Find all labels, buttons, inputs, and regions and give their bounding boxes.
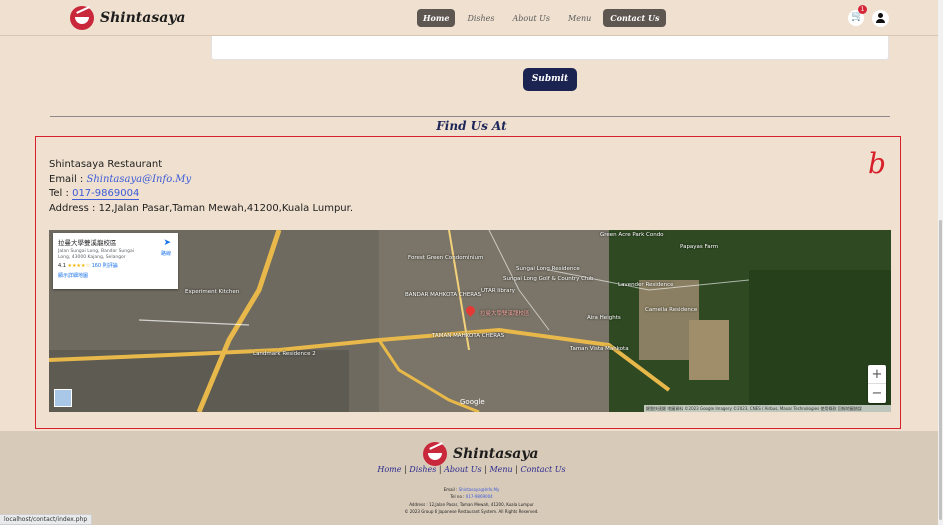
top-navbar: Shintasaya Home Dishes About Us Menu Con… [0, 0, 943, 36]
footer-tel: Tel no : 017-9869004 [0, 494, 943, 499]
footer-tel-link[interactable]: 017-9869004 [466, 494, 493, 499]
main-nav: Home Dishes About Us Menu Contact Us [417, 9, 667, 27]
find-us-title: Find Us At [436, 119, 507, 133]
footer-separator: | [484, 465, 487, 474]
nav-dishes[interactable]: Dishes [461, 10, 500, 27]
footer-link-about-us[interactable]: About Us [444, 465, 481, 474]
nav-home[interactable]: Home [417, 9, 456, 27]
user-icon-body [876, 19, 885, 23]
footer-tel-label: Tel no : [450, 494, 465, 499]
footer-link-home[interactable]: Home [377, 465, 401, 474]
section-divider [50, 116, 890, 117]
nav-about-us[interactable]: About Us [507, 10, 556, 27]
logo-icon [70, 6, 94, 30]
user-icon [878, 13, 883, 18]
user-account-button[interactable] [872, 10, 889, 27]
footer-links: Home | Dishes | About Us | Menu | Contac… [0, 465, 943, 474]
page-scrollbar[interactable] [938, 0, 943, 525]
cart-count-badge: 1 [858, 5, 867, 14]
nav-menu[interactable]: Menu [562, 10, 597, 27]
brand-link[interactable]: Shintasaya [70, 6, 185, 30]
footer-link-menu[interactable]: Menu [489, 465, 512, 474]
footer-separator: | [404, 465, 407, 474]
footer-email-link[interactable]: Shintasaya@Info.My [459, 487, 500, 492]
browser-status-url: localhost/contact/index.php [0, 514, 93, 525]
footer-separator: | [515, 465, 518, 474]
footer-link-contact-us[interactable]: Contact Us [520, 465, 565, 474]
footer-logo-icon [423, 442, 447, 466]
submit-button[interactable]: Submit [523, 68, 577, 91]
brand-name: Shintasaya [100, 10, 186, 26]
footer-email: Email : Shintasaya@Info.My [0, 487, 943, 492]
footer-link-dishes[interactable]: Dishes [409, 465, 436, 474]
message-textarea[interactable] [211, 36, 889, 60]
annotation-label: b [868, 147, 886, 180]
footer-copyright: © 2023 Group 6 Japanese Restaurant Syste… [404, 509, 539, 514]
footer-separator: | [438, 465, 442, 474]
annotation-box [35, 136, 901, 429]
cart-button[interactable]: 🛒 1 [848, 5, 867, 26]
scrollbar-thumb[interactable] [939, 220, 942, 520]
footer-brand: Shintasaya [423, 442, 538, 466]
footer-email-label: Email : [443, 487, 458, 492]
nav-contact-us[interactable]: Contact Us [603, 9, 667, 27]
footer-brand-name: Shintasaya [453, 446, 539, 462]
footer-address: Address : 12,Jalan Pasar, Taman Mewah, 4… [409, 502, 534, 507]
